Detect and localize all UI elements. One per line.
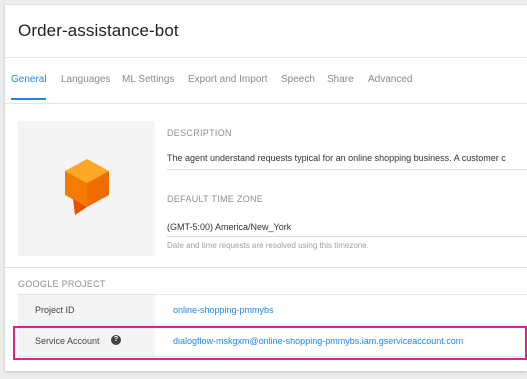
- timezone-label: DEFAULT TIME ZONE: [167, 194, 264, 204]
- tab-export-import[interactable]: Export and Import: [188, 74, 267, 85]
- tab-share[interactable]: Share: [327, 74, 354, 85]
- page-title: Order-assistance-bot: [18, 21, 179, 40]
- project-id-key: Project ID: [35, 305, 75, 315]
- timezone-select[interactable]: (GMT-5:00) America/New_York: [167, 222, 291, 232]
- timezone-underline: [167, 236, 527, 237]
- project-id-link[interactable]: online-shopping-pmmybs: [173, 305, 274, 315]
- section-divider: [5, 267, 527, 268]
- service-account-highlight: [13, 326, 527, 360]
- tab-advanced[interactable]: Advanced: [368, 74, 412, 85]
- timezone-hint: Date and time requests are resolved usin…: [167, 241, 369, 250]
- agent-settings-card: Order-assistance-bot General Languages M…: [5, 5, 527, 371]
- agent-avatar[interactable]: [18, 121, 155, 256]
- description-label: DESCRIPTION: [167, 128, 232, 138]
- description-underline: [167, 169, 527, 170]
- description-field[interactable]: The agent understand requests typical fo…: [167, 153, 506, 163]
- dialogflow-logo-icon: [65, 159, 109, 215]
- settings-tabs: General Languages ML Settings Export and…: [5, 58, 527, 104]
- tab-languages[interactable]: Languages: [61, 74, 111, 85]
- tab-speech[interactable]: Speech: [281, 74, 315, 85]
- google-project-label: GOOGLE PROJECT: [18, 279, 106, 289]
- tab-general[interactable]: General: [11, 74, 47, 85]
- project-id-row: Project ID online-shopping-pmmybs: [18, 294, 527, 325]
- tab-ml-settings[interactable]: ML Settings: [122, 74, 174, 85]
- active-tab-indicator: [11, 98, 46, 100]
- header: Order-assistance-bot: [5, 5, 527, 58]
- project-id-key-cell: Project ID: [18, 295, 155, 325]
